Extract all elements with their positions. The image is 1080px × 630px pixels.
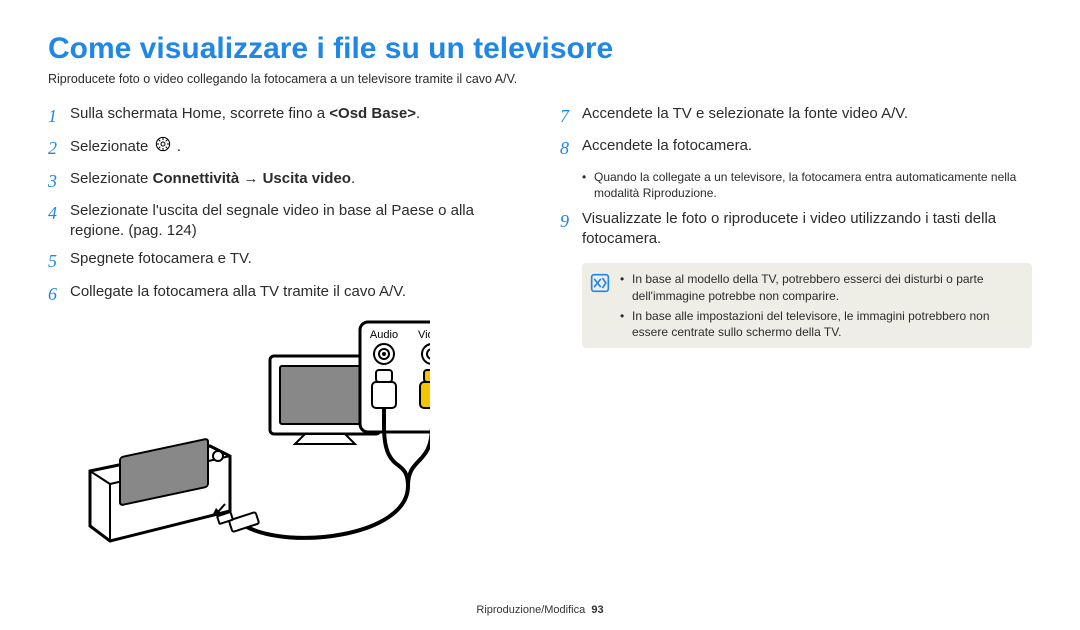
step-text: Selezionate Connettività → Uscita video.	[70, 169, 520, 189]
connection-diagram: Audio Video	[70, 316, 520, 571]
step-text: Selezionate l'uscita del segnale video i…	[70, 201, 520, 242]
note-icon	[590, 273, 610, 298]
manual-page: Come visualizzare i file su un televisor…	[0, 0, 1080, 630]
note-item: • In base al modello della TV, potrebber…	[620, 271, 1020, 303]
footer-section: Riproduzione/Modifica	[476, 604, 585, 616]
step-num: 9	[560, 209, 582, 233]
note-item: • In base alle impostazioni del televiso…	[620, 308, 1020, 340]
camera-icon	[90, 439, 230, 541]
page-title: Come visualizzare i file su un televisor…	[48, 32, 1032, 66]
step-text: Spegnete fotocamera e TV.	[70, 249, 520, 269]
step-num: 1	[48, 104, 70, 128]
step-text: Visualizzate le foto o riproducete i vid…	[582, 209, 1032, 250]
step-4: 4 Selezionate l'uscita del segnale video…	[48, 201, 520, 242]
step-text: Selezionate .	[70, 136, 520, 158]
video-label: Video	[418, 329, 430, 341]
step-num: 4	[48, 201, 70, 225]
left-column: 1 Sulla schermata Home, scorrete fino a …	[48, 104, 520, 571]
step-text: Sulla schermata Home, scorrete fino a <O…	[70, 104, 520, 124]
step-text: Accendete la TV e selezionate la fonte v…	[582, 104, 1032, 124]
step-num: 8	[560, 136, 582, 160]
settings-gear-icon	[155, 136, 171, 158]
bullet-dot: •	[620, 271, 632, 303]
page-subtitle: Riproducete foto o video collegando la f…	[48, 72, 1032, 86]
bullet-dot: •	[620, 308, 632, 340]
step-5: 5 Spegnete fotocamera e TV.	[48, 249, 520, 273]
note-box: • In base al modello della TV, potrebber…	[582, 263, 1032, 348]
step-text: Accendete la fotocamera.	[582, 136, 1032, 156]
av-panel-icon: Audio Video	[360, 322, 430, 432]
step-8-sub: • Quando la collegate a un televisore, l…	[582, 169, 1032, 201]
step-2: 2 Selezionate .	[48, 136, 520, 160]
note-list: • In base al modello della TV, potrebber…	[620, 271, 1020, 340]
step-text: Collegate la fotocamera alla TV tramite …	[70, 282, 520, 302]
content-columns: 1 Sulla schermata Home, scorrete fino a …	[48, 104, 1032, 571]
step-7: 7 Accendete la TV e selezionate la fonte…	[560, 104, 1032, 128]
step-9: 9 Visualizzate le foto o riproducete i v…	[560, 209, 1032, 250]
step-num: 5	[48, 249, 70, 273]
footer-page-number: 93	[591, 604, 603, 616]
bullet-dot: •	[582, 169, 594, 201]
step-num: 3	[48, 169, 70, 193]
step-3: 3 Selezionate Connettività → Uscita vide…	[48, 169, 520, 193]
step-num: 6	[48, 282, 70, 306]
step-8: 8 Accendete la fotocamera.	[560, 136, 1032, 160]
audio-label: Audio	[370, 329, 398, 341]
step-num: 7	[560, 104, 582, 128]
step-6: 6 Collegate la fotocamera alla TV tramit…	[48, 282, 520, 306]
step-num: 2	[48, 136, 70, 160]
step-1: 1 Sulla schermata Home, scorrete fino a …	[48, 104, 520, 128]
page-footer: Riproduzione/Modifica 93	[0, 604, 1080, 616]
right-column: 7 Accendete la TV e selezionate la fonte…	[560, 104, 1032, 571]
